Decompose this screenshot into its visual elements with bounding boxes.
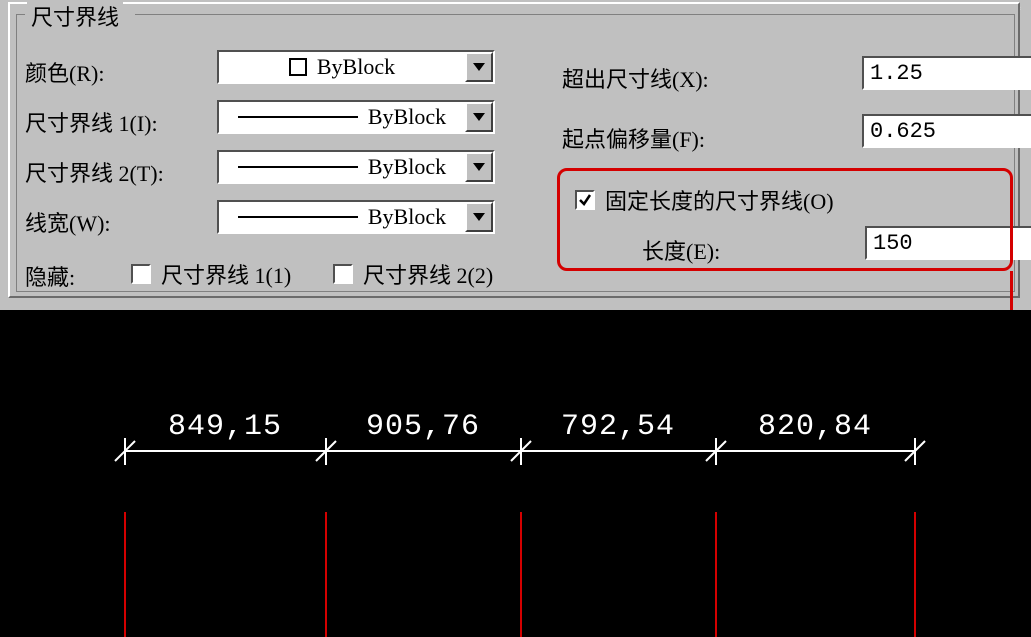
label-offset-from: 起点偏移量(F): xyxy=(562,122,705,154)
spinner-length-input[interactable] xyxy=(865,226,1031,260)
checkbox-suppress2-label: 尺寸界线 2(2) xyxy=(363,258,493,290)
combo-color[interactable]: ByBlock xyxy=(217,50,495,84)
groupbox-title: 尺寸界线 xyxy=(27,0,123,32)
combo-lineweight-dropdown-button[interactable] xyxy=(465,202,493,232)
chevron-down-icon xyxy=(473,163,485,171)
combo-color-dropdown-button[interactable] xyxy=(465,52,493,82)
label-suppress: 隐藏: xyxy=(25,260,75,292)
combo-extline2[interactable]: ByBlock xyxy=(217,150,495,184)
label-length: 长度(E): xyxy=(642,234,720,266)
chevron-down-icon xyxy=(473,63,485,71)
dimension-value-3: 792,54 xyxy=(561,410,675,444)
dimension-drawing xyxy=(0,310,1031,637)
combo-extline1[interactable]: ByBlock xyxy=(217,100,495,134)
extension-lines-groupbox: 尺寸界线 颜色(R): 尺寸界线 1(I): 尺寸界线 2(T): 线宽(W):… xyxy=(16,14,1015,292)
label-color: 颜色(R): xyxy=(25,56,104,88)
linetype-preview-icon xyxy=(238,166,358,168)
combo-extline1-text: ByBlock xyxy=(368,104,446,130)
checkbox-suppress-extline2[interactable]: 尺寸界线 2(2) xyxy=(333,258,493,290)
spinner-length[interactable] xyxy=(865,226,1009,260)
chevron-down-icon xyxy=(473,213,485,221)
checkbox-box-icon xyxy=(333,264,353,284)
checkmark-icon xyxy=(578,193,592,207)
extension-lines-panel: 尺寸界线 颜色(R): 尺寸界线 1(I): 尺寸界线 2(T): 线宽(W):… xyxy=(8,2,1020,298)
chevron-down-icon xyxy=(473,113,485,121)
combo-extline2-text: ByBlock xyxy=(368,154,446,180)
spinner-extend-beyond-input[interactable] xyxy=(862,56,1031,90)
spinner-offset-from[interactable] xyxy=(862,114,1006,148)
checkbox-box-icon xyxy=(575,190,595,210)
combo-extline2-dropdown-button[interactable] xyxy=(465,152,493,182)
dimension-value-4: 820,84 xyxy=(758,410,872,444)
label-extend-beyond: 超出尺寸线(X): xyxy=(562,62,709,94)
linetype-preview-icon xyxy=(238,116,358,118)
spinner-extend-beyond[interactable] xyxy=(862,56,1006,90)
checkbox-fixed-length[interactable]: 固定长度的尺寸界线(O) xyxy=(575,184,834,216)
combo-extline1-dropdown-button[interactable] xyxy=(465,102,493,132)
label-lineweight: 线宽(W): xyxy=(25,206,111,238)
spinner-offset-from-input[interactable] xyxy=(862,114,1031,148)
dimension-value-1: 849,15 xyxy=(168,410,282,444)
label-extline1: 尺寸界线 1(I): xyxy=(25,106,158,138)
dimension-value-2: 905,76 xyxy=(366,410,480,444)
checkbox-suppress1-label: 尺寸界线 1(1) xyxy=(161,258,291,290)
cad-viewport: 849,15 905,76 792,54 820,84 xyxy=(0,310,1031,637)
lineweight-preview-icon xyxy=(238,216,358,218)
checkbox-fixed-length-label: 固定长度的尺寸界线(O) xyxy=(605,184,834,216)
label-extline2: 尺寸界线 2(T): xyxy=(25,156,164,188)
checkbox-box-icon xyxy=(131,264,151,284)
combo-lineweight[interactable]: ByBlock xyxy=(217,200,495,234)
checkbox-suppress-extline1[interactable]: 尺寸界线 1(1) xyxy=(131,258,291,290)
byblock-swatch-icon xyxy=(289,58,307,76)
combo-lineweight-text: ByBlock xyxy=(368,204,446,230)
combo-color-text: ByBlock xyxy=(317,54,395,80)
